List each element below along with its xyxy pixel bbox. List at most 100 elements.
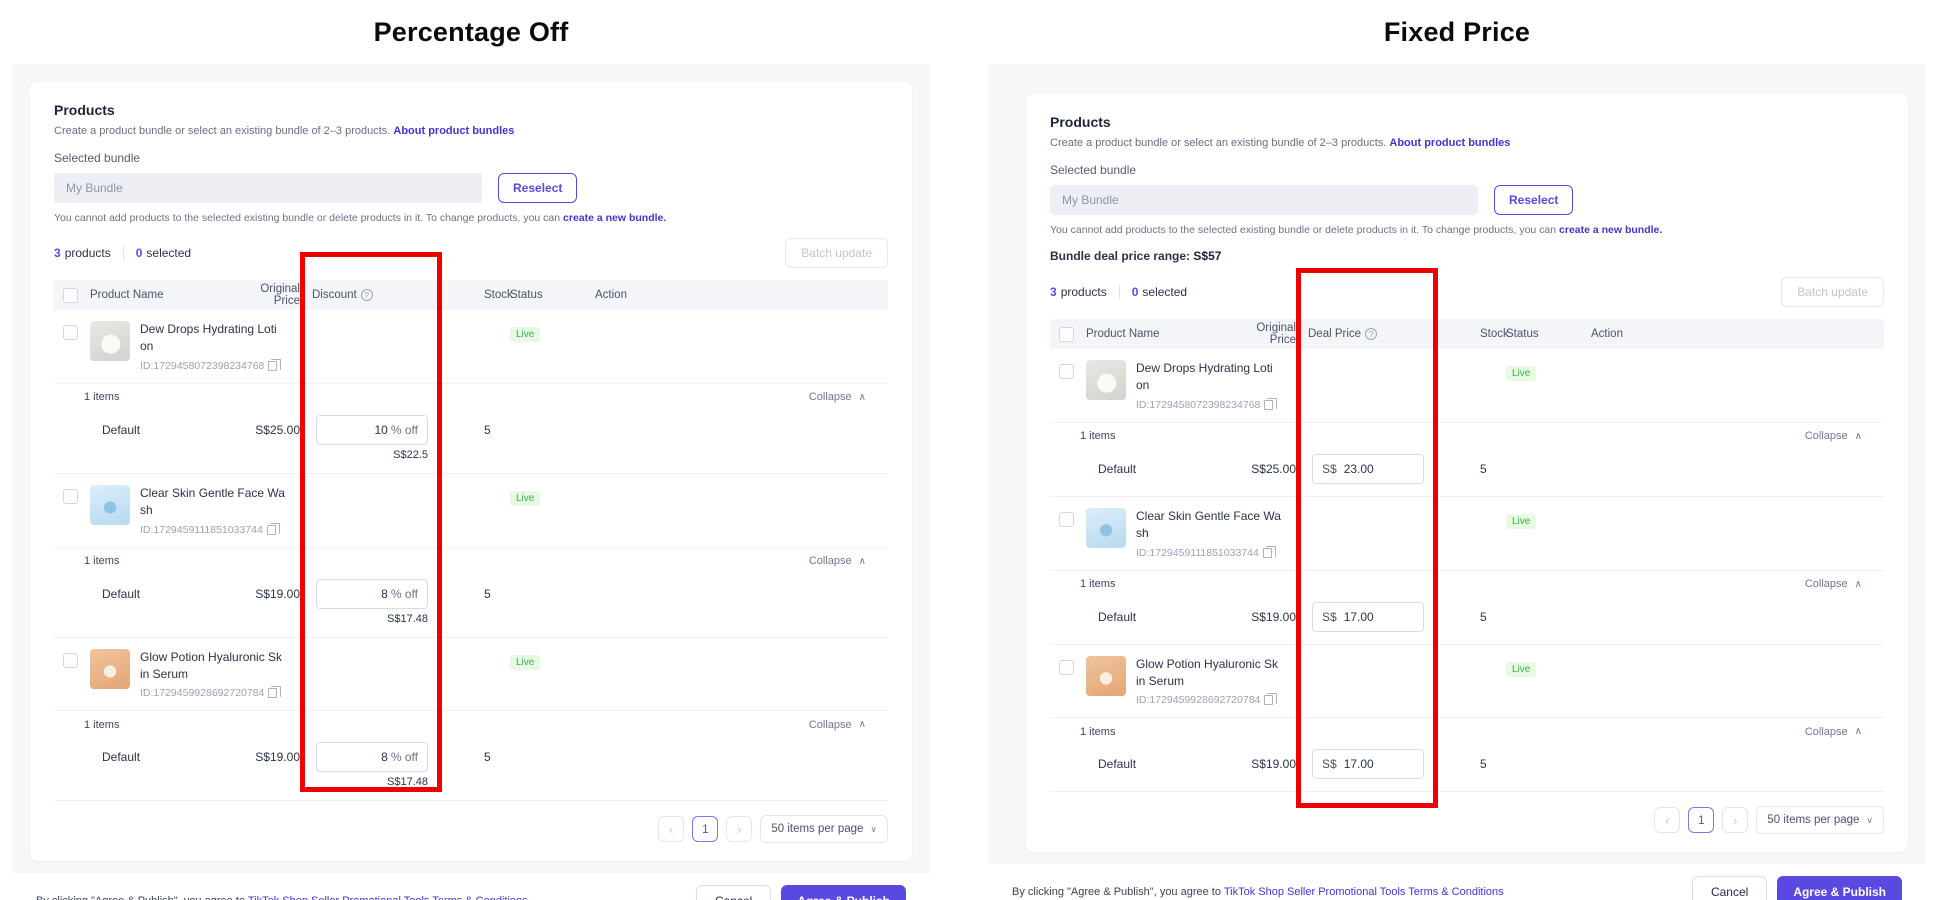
next-page-button[interactable]: › bbox=[1722, 807, 1748, 833]
collapse-toggle[interactable]: Collapse ∧ bbox=[809, 719, 866, 731]
variant-name: Default bbox=[90, 415, 240, 445]
deal-price-input[interactable]: S$ 17.00 bbox=[1312, 749, 1424, 779]
batch-update-button[interactable]: Batch update bbox=[1781, 277, 1884, 307]
original-price: S$19.00 bbox=[240, 579, 300, 609]
status-badge: Live bbox=[1506, 514, 1536, 529]
agree-publish-button[interactable]: Agree & Publish bbox=[1777, 876, 1902, 900]
discounted-price: S$22.5 bbox=[316, 449, 428, 461]
selected-bundle-label: Selected bundle bbox=[1050, 163, 1884, 177]
bundle-note: You cannot add products to the selected … bbox=[1050, 224, 1884, 236]
variant-name: Default bbox=[90, 579, 240, 609]
col-status: Status bbox=[510, 289, 595, 301]
col-action: Action bbox=[1591, 328, 1681, 340]
product-checkbox[interactable] bbox=[63, 653, 78, 668]
page-number[interactable]: 1 bbox=[1688, 807, 1714, 833]
product-name: Dew Drops Hydrating Loti on bbox=[140, 321, 277, 356]
product-checkbox[interactable] bbox=[1059, 364, 1074, 379]
help-icon[interactable]: ? bbox=[1365, 328, 1377, 340]
cancel-button[interactable]: Cancel bbox=[696, 885, 771, 900]
collapse-toggle[interactable]: Collapse ∧ bbox=[809, 555, 866, 567]
select-all-checkbox[interactable] bbox=[63, 288, 78, 303]
items-per-page-select[interactable]: 50 items per page ∨ bbox=[1756, 806, 1884, 834]
deal-price-input[interactable]: S$ 17.00 bbox=[1312, 602, 1424, 632]
status-badge: Live bbox=[1506, 662, 1536, 677]
status-badge: Live bbox=[1506, 366, 1536, 381]
chevron-up-icon: ∧ bbox=[1855, 726, 1862, 737]
agree-publish-button[interactable]: Agree & Publish bbox=[781, 885, 906, 900]
create-new-bundle-link[interactable]: create a new bundle. bbox=[563, 212, 666, 224]
section-title: Products bbox=[1050, 114, 1884, 130]
collapse-toggle[interactable]: Collapse ∧ bbox=[809, 391, 866, 403]
batch-update-button[interactable]: Batch update bbox=[785, 238, 888, 268]
stock-value: 5 bbox=[1436, 454, 1506, 484]
product-id: ID:1729459111851033744 bbox=[140, 524, 285, 536]
chevron-up-icon: ∧ bbox=[859, 392, 866, 403]
variant-row: Default S$19.00 S$ 17.00 5 bbox=[1050, 745, 1884, 791]
copy-icon[interactable] bbox=[1263, 548, 1272, 558]
about-product-bundles-link[interactable]: About product bundles bbox=[1389, 137, 1510, 149]
col-discount: Discount ? bbox=[300, 289, 440, 301]
terms-link[interactable]: TikTok Shop Seller Promotional Tools Ter… bbox=[1224, 886, 1504, 898]
status-badge: Live bbox=[510, 655, 540, 670]
items-per-page-select[interactable]: 50 items per page ∨ bbox=[760, 815, 888, 843]
bundle-name-input[interactable]: My Bundle bbox=[54, 173, 482, 203]
percentage-off-panel: Products Create a product bundle or sele… bbox=[12, 64, 930, 900]
bundle-name-input[interactable]: My Bundle bbox=[1050, 185, 1478, 215]
footer-bar: By clicking "Agree & Publish", you agree… bbox=[12, 873, 930, 900]
product-row: Glow Potion Hyaluronic Sk in Serum ID:17… bbox=[54, 637, 888, 711]
product-checkbox[interactable] bbox=[63, 489, 78, 504]
original-price: S$25.00 bbox=[240, 415, 300, 445]
collapse-toggle[interactable]: Collapse ∧ bbox=[1805, 578, 1862, 590]
selection-summary: 3 products 0 selected Batch update bbox=[54, 238, 888, 268]
deal-price-input[interactable]: S$ 23.00 bbox=[1312, 454, 1424, 484]
prev-page-button[interactable]: ‹ bbox=[658, 816, 684, 842]
col-deal-price: Deal Price ? bbox=[1296, 328, 1436, 340]
table-header: Product Name Original Price Deal Price ?… bbox=[1050, 319, 1884, 349]
next-page-button[interactable]: › bbox=[726, 816, 752, 842]
copy-icon[interactable] bbox=[1264, 695, 1273, 705]
discount-input[interactable]: 8 % off bbox=[316, 579, 428, 609]
copy-icon[interactable] bbox=[268, 361, 277, 371]
products-card: Products Create a product bundle or sele… bbox=[1026, 94, 1908, 852]
prev-page-button[interactable]: ‹ bbox=[1654, 807, 1680, 833]
product-checkbox[interactable] bbox=[63, 325, 78, 340]
copy-icon[interactable] bbox=[268, 688, 277, 698]
chevron-up-icon: ∧ bbox=[859, 556, 866, 567]
about-product-bundles-link[interactable]: About product bundles bbox=[393, 125, 514, 137]
product-id: ID:1729458072398234768 bbox=[140, 360, 277, 372]
variant-group-header: 1 items Collapse ∧ bbox=[54, 383, 888, 411]
variant-group-header: 1 items Collapse ∧ bbox=[1050, 717, 1884, 745]
product-id: ID:1729459111851033744 bbox=[1136, 547, 1281, 559]
create-new-bundle-link[interactable]: create a new bundle. bbox=[1559, 224, 1662, 236]
product-name: Clear Skin Gentle Face Wa sh bbox=[1136, 508, 1281, 543]
product-row: Clear Skin Gentle Face Wa sh ID:17294591… bbox=[1050, 496, 1884, 570]
product-name: Clear Skin Gentle Face Wa sh bbox=[140, 485, 285, 520]
terms-link[interactable]: TikTok Shop Seller Promotional Tools Ter… bbox=[248, 895, 528, 900]
collapse-toggle[interactable]: Collapse ∧ bbox=[1805, 726, 1862, 738]
variant-row: Default S$19.00 8 % off S$17.48 5 bbox=[54, 738, 888, 800]
stock-value: 5 bbox=[440, 579, 510, 609]
reselect-button[interactable]: Reselect bbox=[498, 173, 577, 203]
cancel-button[interactable]: Cancel bbox=[1692, 876, 1767, 900]
variant-group-header: 1 items Collapse ∧ bbox=[1050, 570, 1884, 598]
reselect-button[interactable]: Reselect bbox=[1494, 185, 1573, 215]
collapse-toggle[interactable]: Collapse ∧ bbox=[1805, 430, 1862, 442]
copy-icon[interactable] bbox=[267, 525, 276, 535]
chevron-up-icon: ∧ bbox=[1855, 431, 1862, 442]
copy-icon[interactable] bbox=[1264, 400, 1273, 410]
stock-value: 5 bbox=[1436, 749, 1506, 779]
product-checkbox[interactable] bbox=[1059, 660, 1074, 675]
col-stock: Stock bbox=[440, 289, 510, 301]
product-name: Dew Drops Hydrating Loti on bbox=[1136, 360, 1273, 395]
help-icon[interactable]: ? bbox=[361, 289, 373, 301]
variant-name: Default bbox=[90, 742, 240, 772]
section-subtitle: Create a product bundle or select an exi… bbox=[54, 125, 888, 137]
select-all-checkbox[interactable] bbox=[1059, 327, 1074, 342]
discount-input[interactable]: 10 % off bbox=[316, 415, 428, 445]
left-panel-title: Percentage Off bbox=[12, 17, 930, 48]
discount-input[interactable]: 8 % off bbox=[316, 742, 428, 772]
variant-row: Default S$25.00 10 % off S$22.5 5 bbox=[54, 411, 888, 473]
product-checkbox[interactable] bbox=[1059, 512, 1074, 527]
products-card: Products Create a product bundle or sele… bbox=[30, 82, 912, 861]
page-number[interactable]: 1 bbox=[692, 816, 718, 842]
